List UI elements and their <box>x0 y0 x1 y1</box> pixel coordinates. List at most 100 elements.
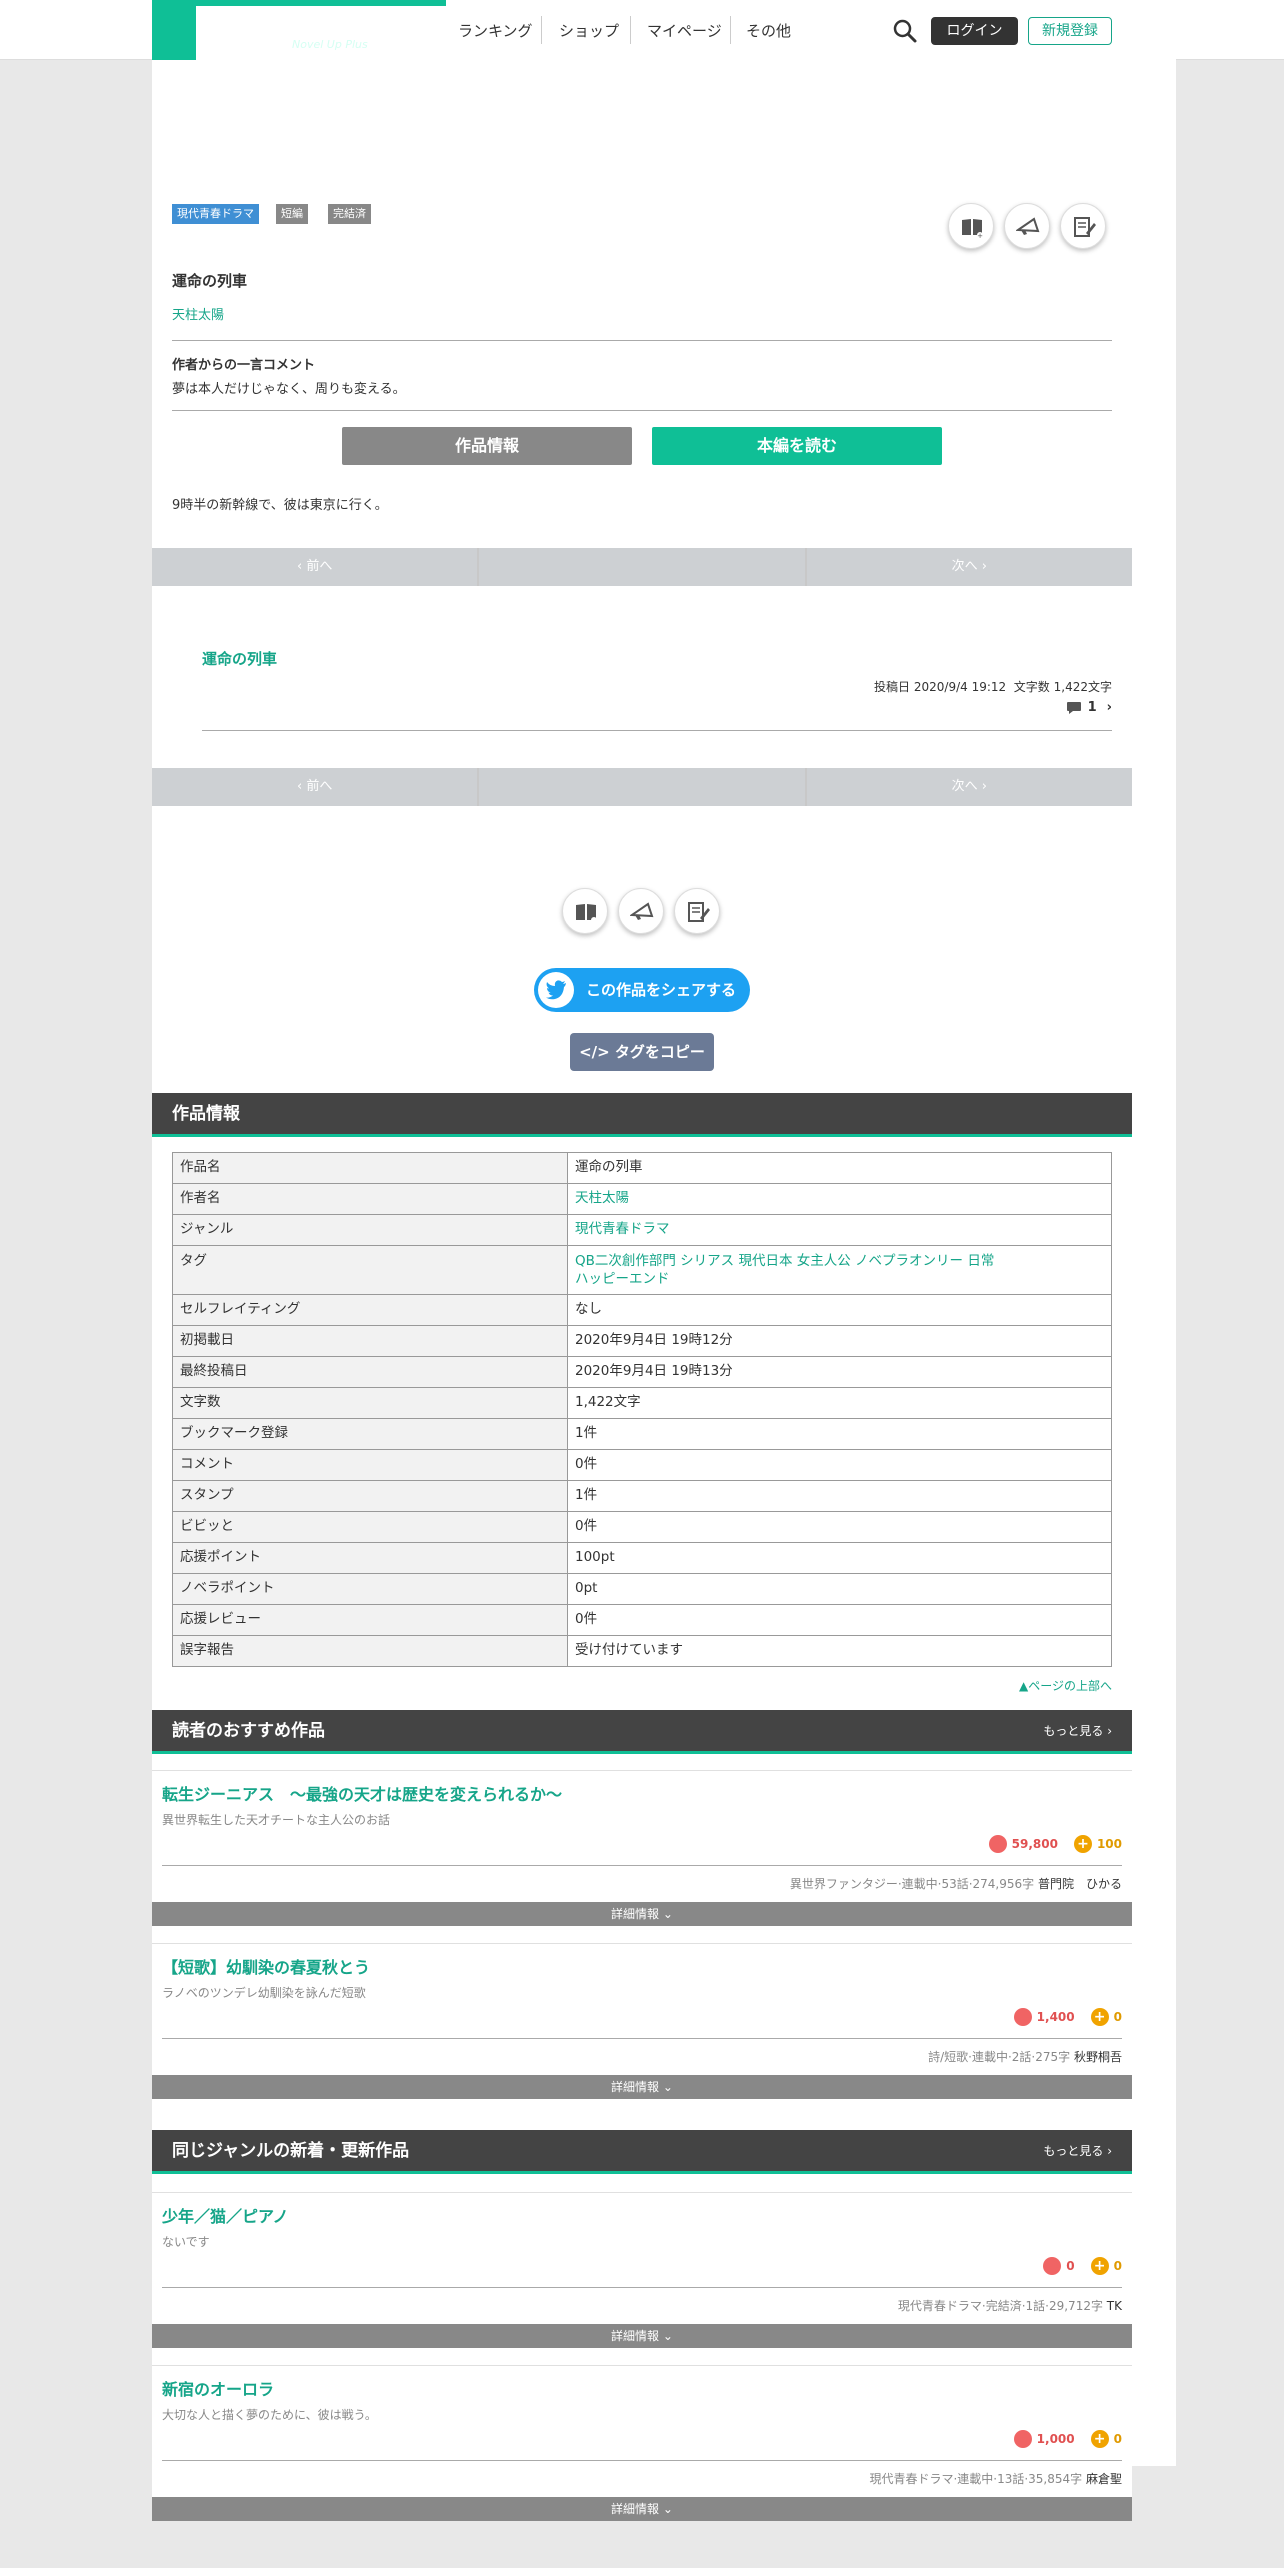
info-row: ノベラポイント 0pt <box>172 1573 1112 1605</box>
detail-toggle-button[interactable]: 詳細情報 ⌄ <box>152 2324 1132 2348</box>
posted-label: 投稿日 <box>874 680 911 694</box>
nav-ranking[interactable]: ランキング <box>458 20 533 41</box>
card-title-link[interactable]: 少年／猫／ピアノ <box>162 2203 289 2227</box>
prev-page-button[interactable]: ‹ 前へ <box>152 768 478 806</box>
cheer-button[interactable] <box>1004 203 1050 249</box>
genre-tag[interactable]: 現代青春ドラマ <box>172 204 259 224</box>
heart-icon <box>1013 2430 1032 2448</box>
card-meta: 現代青春ドラマ·完結済·1話·29,712字 TK <box>898 2297 1122 2314</box>
info-value: 2020年9月4日 19時12分 <box>567 1325 1112 1357</box>
info-value[interactable]: 天柱太陽 <box>567 1183 1112 1215</box>
card-stats: 0 +0 <box>1043 2257 1122 2275</box>
next-page-button[interactable]: 次へ › <box>806 548 1132 586</box>
more-link[interactable]: もっと見る › <box>1043 1710 1112 1752</box>
twitter-share-button[interactable]: この作品をシェアする <box>534 968 750 1012</box>
work-card[interactable]: 転生ジーニアス ～最強の天才は歴史を変えられるか～ 異世界転生した天才チートな主人… <box>152 1770 1132 1926</box>
nav-shop[interactable]: ショップ <box>559 20 619 41</box>
section-title: 読者のおすすめ作品 <box>172 1721 325 1741</box>
info-key: 作品名 <box>172 1152 568 1184</box>
card-author[interactable]: TK <box>1107 2299 1122 2313</box>
tag-list[interactable]: ハッピーエンド <box>575 1270 1104 1288</box>
card-meta-text: 詩/短歌·連載中·2話·275字 <box>928 2050 1071 2064</box>
info-key: 文字数 <box>172 1387 568 1419</box>
info-key: タグ <box>172 1245 568 1295</box>
more-label: もっと見る <box>1043 2144 1104 2158</box>
next-page-button[interactable]: 次へ › <box>806 768 1132 806</box>
work-info-table: 作品名 運命の列車 作者名 天柱太陽 ジャンル 現代青春ドラマ タグ QB二次創作部門 シリア… <box>172 1152 1112 1667</box>
tag-list[interactable]: QB二次創作部門 シリアス 現代日本 女主人公 ノベプラオンリー 日常 <box>575 1252 1104 1270</box>
info-value: 1件 <box>567 1418 1112 1450</box>
nav-separator <box>630 16 631 44</box>
section-title: 同じジャンルの新着・更新作品 <box>172 2141 410 2161</box>
next-label: 次へ <box>951 559 978 574</box>
work-card[interactable]: 【短歌】幼馴染の春夏秋とう ラノベのツンデレ幼馴染を詠んだ短歌 1,400 +0 詩/短… <box>152 1943 1132 2099</box>
info-value[interactable]: QB二次創作部門 シリアス 現代日本 女主人公 ノベプラオンリー 日常 ハッピーエ… <box>567 1245 1112 1295</box>
section-heading-recommend: 読者のおすすめ作品 もっと見る › <box>152 1710 1132 1754</box>
card-description: ないです <box>162 2235 210 2249</box>
info-key: 応援ポイント <box>172 1542 568 1574</box>
bookmark-button[interactable]: + <box>948 203 994 249</box>
card-author[interactable]: 麻倉聖 <box>1086 2472 1122 2486</box>
info-value: 100pt <box>567 1542 1112 1574</box>
nav-mypage[interactable]: マイページ <box>647 20 722 41</box>
page-top-link[interactable]: ▲ページの上部へ <box>1019 1677 1112 1694</box>
plus-point-icon: + <box>1090 2257 1109 2275</box>
bookmark-book-icon <box>576 904 597 923</box>
card-title-link[interactable]: 転生ジーニアス ～最強の天才は歴史を変えられるか～ <box>162 1781 562 1805</box>
register-button[interactable]: 新規登録 <box>1028 17 1112 45</box>
chevron-down-icon: ⌄ <box>662 2502 673 2516</box>
info-row: セルフレイティング なし <box>172 1294 1112 1326</box>
detail-toggle-button[interactable]: 詳細情報 ⌄ <box>152 2075 1132 2099</box>
heart-icon <box>1043 2257 1062 2275</box>
divider <box>172 340 1112 341</box>
card-author[interactable]: 普門院 ひかる <box>1038 1877 1122 1891</box>
review-button[interactable] <box>1060 203 1106 249</box>
info-row: 作品名 運命の列車 <box>172 1152 1112 1184</box>
info-row: ブックマーク登録 1件 <box>172 1418 1112 1450</box>
pager-middle <box>479 768 805 806</box>
detail-label: 詳細情報 <box>611 2080 660 2094</box>
point-count: 0 <box>1113 2432 1122 2446</box>
card-author[interactable]: 秋野桐吾 <box>1074 2050 1122 2064</box>
heart-icon <box>1013 2008 1032 2026</box>
review-button[interactable] <box>674 888 720 934</box>
prev-label: 前へ <box>306 779 333 794</box>
divider <box>162 1865 1122 1866</box>
nav-other[interactable]: その他 <box>746 20 791 41</box>
divider <box>202 730 1112 731</box>
divider <box>172 410 1112 411</box>
info-value: 0pt <box>567 1573 1112 1605</box>
next-label: 次へ <box>951 779 978 794</box>
card-title-link[interactable]: 新宿のオーロラ <box>162 2376 274 2400</box>
episode-comments[interactable]: 1 › <box>1066 700 1112 715</box>
site-logo[interactable]: ノベルアップ+ Novel Up Plus <box>152 0 1176 2466</box>
info-row: 応援レビュー 0件 <box>172 1604 1112 1636</box>
bookmark-button[interactable] <box>562 888 608 934</box>
share-label: この作品をシェアする <box>586 981 737 999</box>
info-value[interactable]: 現代青春ドラマ <box>567 1214 1112 1246</box>
author-link[interactable]: 天柱太陽 <box>172 304 224 323</box>
info-value: 0件 <box>567 1604 1112 1636</box>
nav-separator <box>541 16 542 44</box>
more-link[interactable]: もっと見る › <box>1043 2130 1112 2172</box>
work-card[interactable]: 少年／猫／ピアノないです 0 +0 現代青春ドラマ·完結済·1話·29,712字 TK… <box>152 2192 1132 2348</box>
work-info-button[interactable]: 作品情報 <box>342 427 632 465</box>
detail-toggle-button[interactable]: 詳細情報 ⌄ <box>152 2497 1132 2521</box>
login-button[interactable]: ログイン <box>931 17 1018 45</box>
search-icon[interactable] <box>892 18 918 44</box>
work-card[interactable]: 新宿のオーロラ 大切な人と描く夢のために、彼は戦う。 1,000 +0 現代青春ドラマ·… <box>152 2365 1132 2521</box>
card-title-link[interactable]: 【短歌】幼馴染の春夏秋とう <box>162 1954 370 1978</box>
card-meta: 異世界ファンタジー·連載中·53話·274,956字 普門院 ひかる <box>790 1875 1122 1892</box>
info-row: スタンプ 1件 <box>172 1480 1112 1512</box>
episode-title-link[interactable]: 運命の列車 <box>202 648 277 669</box>
chevron-down-icon: ⌄ <box>662 2329 673 2343</box>
info-row: 初掲載日 2020年9月4日 19時12分 <box>172 1325 1112 1357</box>
nav-separator <box>730 16 731 44</box>
copy-tag-button[interactable]: </> タグをコピー <box>570 1033 714 1071</box>
cheer-button[interactable] <box>618 888 664 934</box>
detail-toggle-button[interactable]: 詳細情報 ⌄ <box>152 1902 1132 1926</box>
prev-page-button[interactable]: ‹ 前へ <box>152 548 478 586</box>
card-stats: 1,000 +0 <box>1013 2430 1122 2448</box>
edit-note-icon <box>1074 217 1096 237</box>
read-button[interactable]: 本編を読む <box>652 427 942 465</box>
